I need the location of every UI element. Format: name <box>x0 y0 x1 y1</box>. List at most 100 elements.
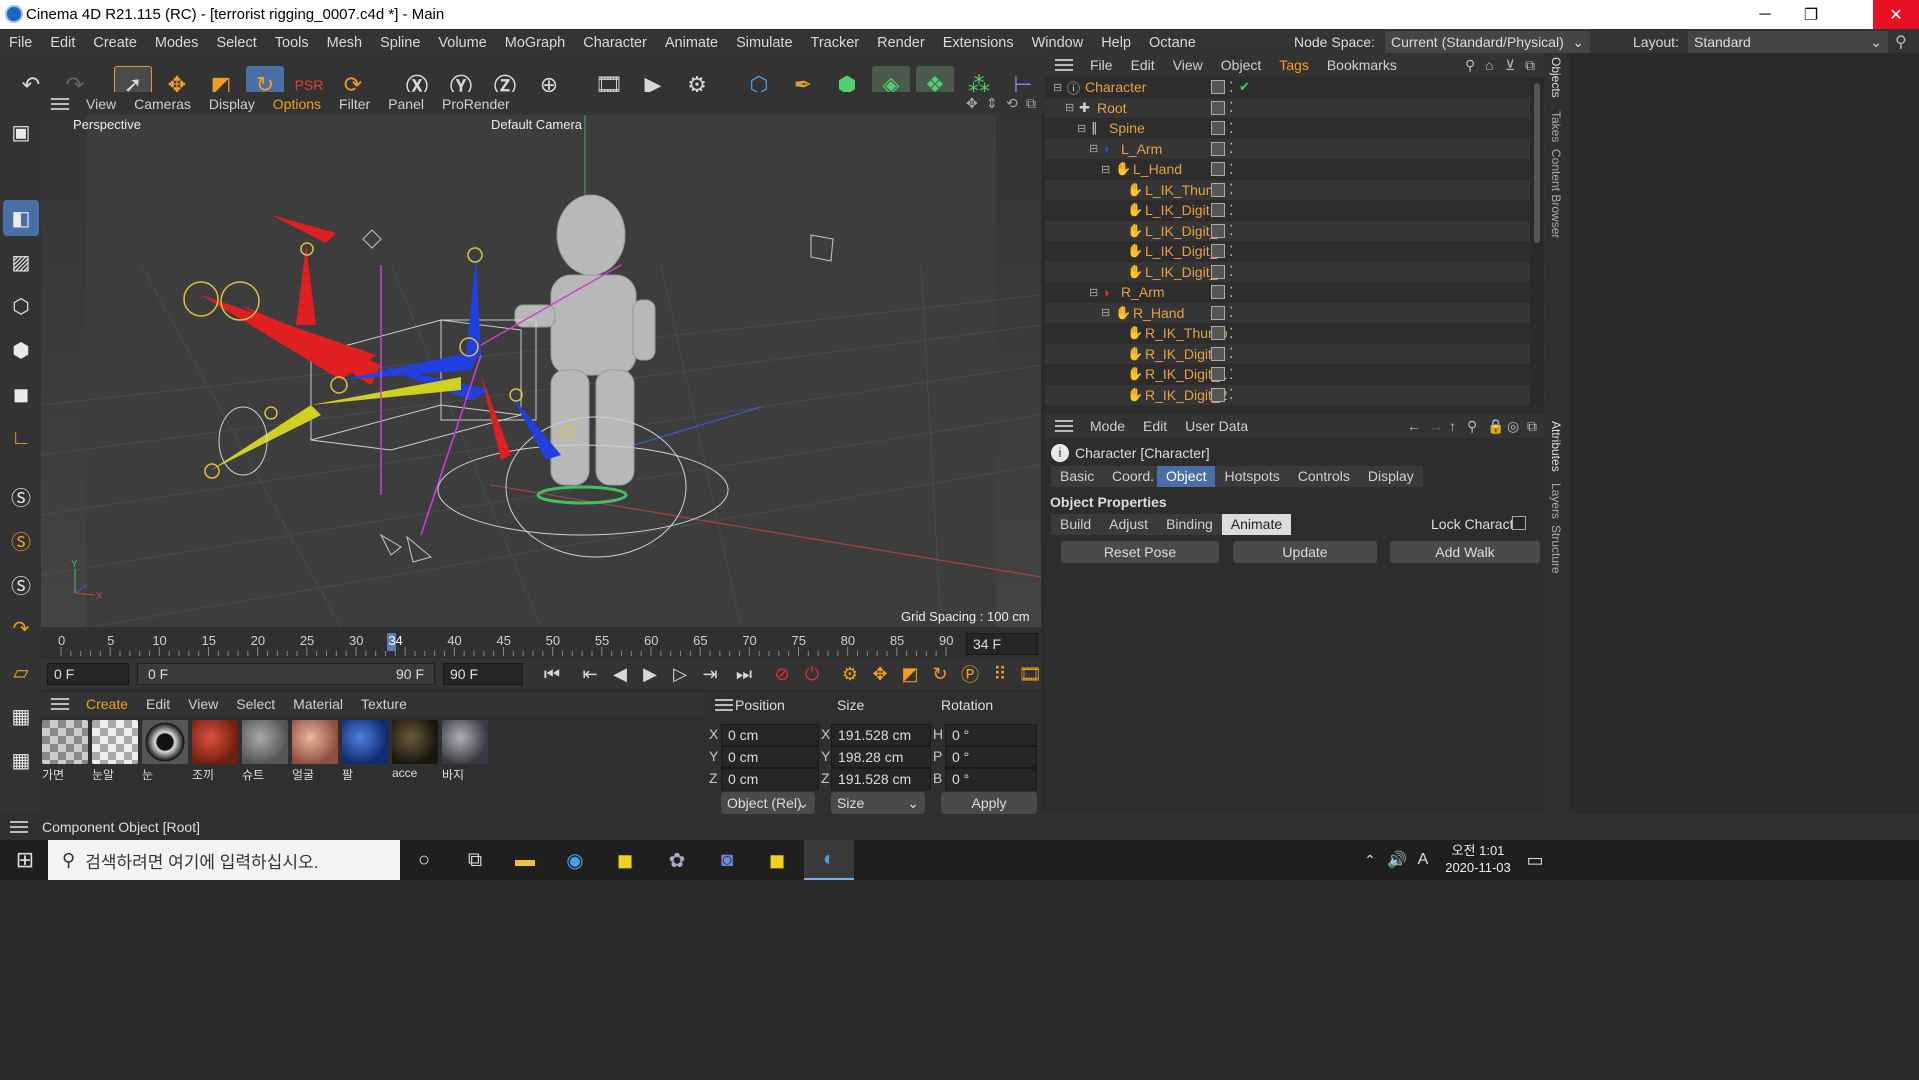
timeline-ruler[interactable]: 0 5 10 15 20 25 30 34 40 45 50 55 60 65 70 75 80 85 90 <box>41 627 1041 657</box>
viewport-menu-view[interactable]: View <box>77 96 125 112</box>
expand-toggle-icon[interactable]: ⊟ <box>1101 163 1110 176</box>
position-y-field[interactable]: 0 cm <box>721 746 819 768</box>
tab-object[interactable]: Object <box>1157 466 1216 487</box>
attr-menu-edit[interactable]: Edit <box>1134 418 1176 434</box>
object-tree-row[interactable]: ⊟ ⓘ Character ⁚ ✔ <box>1045 77 1545 98</box>
menu-create[interactable]: Create <box>84 35 146 51</box>
tab-content-browser[interactable]: Content Browser <box>1549 149 1563 238</box>
back-arrow-icon[interactable]: ← <box>1407 418 1421 434</box>
up-arrow-icon[interactable]: ↑ <box>1449 418 1456 434</box>
object-menu-object[interactable]: Object <box>1212 57 1270 73</box>
editor-render-dots[interactable]: ⁚ <box>1229 222 1234 239</box>
model-mode-icon[interactable]: ◧ <box>3 200 39 236</box>
material-swatch[interactable]: 슈트 <box>242 720 288 782</box>
menu-help[interactable]: Help <box>1092 35 1140 51</box>
forward-arrow-icon[interactable]: → <box>1429 418 1443 434</box>
pan-view-icon[interactable]: ✥ <box>966 95 978 112</box>
tab-basic[interactable]: Basic <box>1051 466 1103 487</box>
subtab-animate[interactable]: Animate <box>1221 514 1292 535</box>
go-to-start-icon[interactable]: ⏮ <box>533 655 571 693</box>
planar-workplane-icon[interactable]: ▦ <box>3 742 39 778</box>
material-menu-edit[interactable]: Edit <box>137 696 179 712</box>
menu-octane[interactable]: Octane <box>1140 35 1205 51</box>
viewport-camera-label[interactable]: Default Camera <box>491 117 583 132</box>
material-swatch[interactable]: 눈 <box>142 720 188 782</box>
visibility-checkbox[interactable] <box>1211 162 1225 177</box>
object-tree-row[interactable]: ⊟ ∥ Spine ⁚ <box>1045 118 1545 139</box>
object-menu-bookmarks[interactable]: Bookmarks <box>1318 57 1406 73</box>
object-tree-row[interactable]: ✋ L_IK_Digit ⁚ <box>1045 200 1545 221</box>
object-tree-row[interactable]: ✋ R_IK_Digit_2 ⁚ <box>1045 384 1545 405</box>
object-name[interactable]: Spine <box>1109 120 1145 136</box>
frame-range-slider[interactable]: 0 F 90 F <box>137 663 435 685</box>
menu-render[interactable]: Render <box>868 35 934 51</box>
tab-hotspots[interactable]: Hotspots <box>1215 466 1288 487</box>
subtab-build[interactable]: Build <box>1051 514 1100 535</box>
hamburger-menu-icon[interactable] <box>1055 59 1073 71</box>
editor-render-dots[interactable]: ⁚ <box>1229 304 1234 321</box>
filter-icon[interactable]: ⊻ <box>1505 57 1515 74</box>
next-key-icon[interactable]: ⇥ <box>691 655 729 693</box>
object-name[interactable]: L_IK_Digit <box>1145 202 1210 218</box>
editor-render-dots[interactable]: ⁚ <box>1229 161 1234 178</box>
viewport-menu-prorender[interactable]: ProRender <box>433 96 519 112</box>
close-button[interactable]: ✕ <box>1873 0 1919 29</box>
start-frame-field[interactable]: 0 F <box>47 663 129 685</box>
tab-attributes[interactable]: Attributes <box>1549 421 1563 472</box>
object-tree-row[interactable]: ✋ L_IK_Thumb ⁚ <box>1045 179 1545 200</box>
lock-character-checkbox[interactable] <box>1512 516 1526 530</box>
object-name[interactable]: R_Hand <box>1133 305 1184 321</box>
end-frame-field[interactable]: 90 F <box>443 663 523 685</box>
workplane-icon[interactable]: ▱ <box>3 654 39 690</box>
autokey-icon[interactable]: ⏻ <box>793 655 831 693</box>
visibility-checkbox[interactable] <box>1211 80 1225 95</box>
menu-edit[interactable]: Edit <box>41 35 84 51</box>
editor-render-dots[interactable]: ⁚ <box>1229 243 1234 260</box>
search-icon[interactable]: ⚲ <box>1465 57 1475 74</box>
visibility-checkbox[interactable] <box>1211 305 1225 320</box>
rotate-view-icon[interactable]: ⟲ <box>1006 95 1018 112</box>
rotation-p-field[interactable]: 0 ° <box>945 746 1037 768</box>
notifications-icon[interactable]: ▭ <box>1510 840 1560 880</box>
menu-tracker[interactable]: Tracker <box>802 35 869 51</box>
expand-toggle-icon[interactable]: ⊟ <box>1065 101 1074 114</box>
expand-toggle-icon[interactable]: ⊟ <box>1089 286 1098 299</box>
tweak-icon[interactable]: ↷ <box>3 610 39 646</box>
visibility-checkbox[interactable] <box>1211 203 1225 218</box>
object-tree-row[interactable]: ⊟ ◗ R_Arm ⁚ <box>1045 282 1545 303</box>
visibility-checkbox[interactable] <box>1211 285 1225 300</box>
restore-button[interactable]: ❐ <box>1788 0 1834 29</box>
object-tree-row[interactable]: ✋ R_IK_Digit ⁚ <box>1045 343 1545 364</box>
menu-simulate[interactable]: Simulate <box>727 35 801 51</box>
object-name[interactable]: L_Arm <box>1121 141 1162 157</box>
menu-select[interactable]: Select <box>207 35 265 51</box>
points-mode-icon[interactable]: ⬡ <box>3 288 39 324</box>
make-editable-icon[interactable]: ▣ <box>3 114 39 150</box>
file-explorer-icon[interactable]: ▬ <box>500 840 550 880</box>
new-window-icon[interactable]: ⧉ <box>1525 57 1535 74</box>
new-window-icon[interactable]: ⧉ <box>1527 418 1537 435</box>
size-y-field[interactable]: 198.28 cm <box>831 746 931 768</box>
object-name[interactable]: Root <box>1097 100 1127 116</box>
object-menu-tags[interactable]: Tags <box>1270 57 1318 73</box>
menu-mograph[interactable]: MoGraph <box>496 35 574 51</box>
material-swatch[interactable]: 바지 <box>442 720 488 782</box>
scrollbar-thumb[interactable] <box>1534 83 1540 243</box>
material-menu-texture[interactable]: Texture <box>352 696 416 712</box>
object-tree-row[interactable]: ✋ R_IK_Thumb ⁚ <box>1045 323 1545 344</box>
material-menu-select[interactable]: Select <box>227 696 284 712</box>
taskbar-clock[interactable]: 오전 1:01 2020-11-03 <box>1440 842 1516 876</box>
size-z-field[interactable]: 191.528 cm <box>831 768 931 790</box>
windows-start-icon[interactable]: ⊞ <box>0 840 50 880</box>
object-name[interactable]: L_Hand <box>1133 161 1182 177</box>
update-button[interactable]: Update <box>1233 541 1377 563</box>
editor-render-dots[interactable]: ⁚ <box>1229 325 1234 342</box>
editor-render-dots[interactable]: ⁚ <box>1229 99 1234 116</box>
hamburger-menu-icon[interactable] <box>10 821 28 833</box>
tab-display[interactable]: Display <box>1359 466 1423 487</box>
material-swatch[interactable]: acce <box>392 720 438 780</box>
expand-toggle-icon[interactable]: ⊟ <box>1077 122 1086 135</box>
viewport-menu-filter[interactable]: Filter <box>330 96 379 112</box>
visibility-checkbox[interactable] <box>1211 121 1225 136</box>
maximize-view-icon[interactable]: ⧉ <box>1026 95 1036 112</box>
